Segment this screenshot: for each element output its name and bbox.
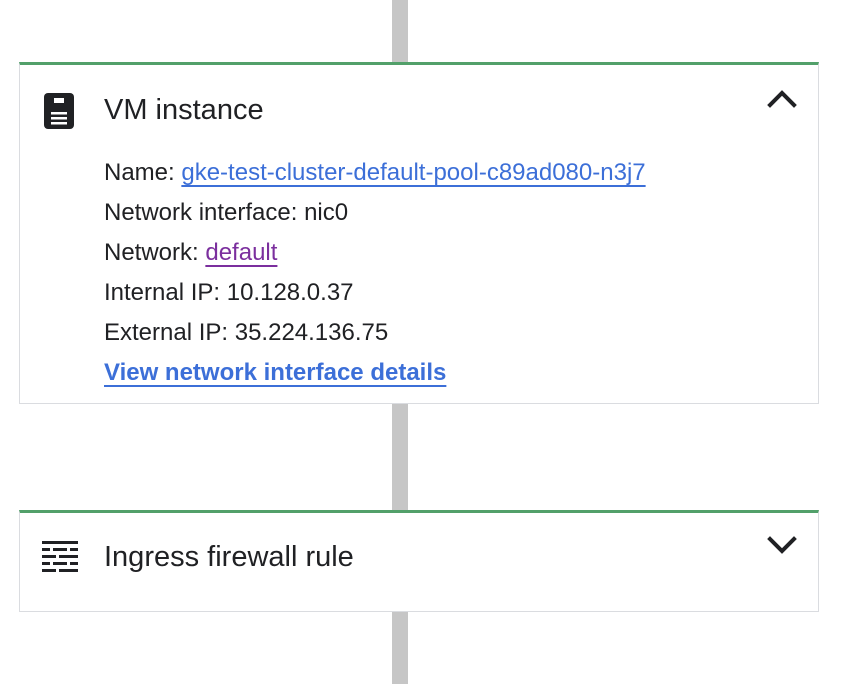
external-ip-label: External IP: bbox=[104, 319, 235, 346]
firewall-icon bbox=[42, 541, 78, 572]
chevron-down-icon[interactable] bbox=[766, 529, 798, 561]
details-link-row: View network interface details bbox=[104, 353, 646, 393]
vm-name-link[interactable]: gke-test-cluster-default-pool-c89ad080-n… bbox=[181, 159, 645, 186]
network-interface-label: Network interface: bbox=[104, 199, 305, 226]
view-network-interface-details-link[interactable]: View network interface details bbox=[104, 359, 446, 386]
connector-top bbox=[392, 0, 408, 64]
chevron-up-icon[interactable] bbox=[766, 83, 798, 115]
name-row: Name: gke-test-cluster-default-pool-c89a… bbox=[104, 153, 646, 193]
network-link[interactable]: default bbox=[205, 239, 277, 266]
external-ip-value: 35.224.136.75 bbox=[234, 319, 389, 346]
internal-ip-value: 10.128.0.37 bbox=[226, 279, 354, 306]
ingress-firewall-card: Ingress firewall rule bbox=[19, 510, 819, 612]
ingress-firewall-title: Ingress firewall rule bbox=[104, 541, 354, 573]
connector-bottom bbox=[392, 610, 408, 684]
network-interface-row: Network interface: nic0 bbox=[104, 193, 646, 233]
network-row: Network: default bbox=[104, 233, 646, 273]
external-ip-row: External IP: 35.224.136.75 bbox=[104, 313, 646, 353]
vm-instance-icon bbox=[44, 93, 74, 129]
vm-instance-card: VM instance Name: gke-test-cluster-defau… bbox=[19, 62, 819, 404]
name-label: Name: bbox=[104, 159, 182, 186]
internal-ip-row: Internal IP: 10.128.0.37 bbox=[104, 273, 646, 313]
internal-ip-label: Internal IP: bbox=[104, 279, 227, 306]
trace-canvas: VM instance Name: gke-test-cluster-defau… bbox=[0, 0, 852, 684]
network-label: Network: bbox=[104, 239, 206, 266]
connector-middle bbox=[392, 402, 408, 512]
vm-instance-title: VM instance bbox=[104, 94, 264, 126]
vm-instance-details: Name: gke-test-cluster-default-pool-c89a… bbox=[104, 153, 646, 393]
network-interface-value: nic0 bbox=[304, 199, 349, 226]
